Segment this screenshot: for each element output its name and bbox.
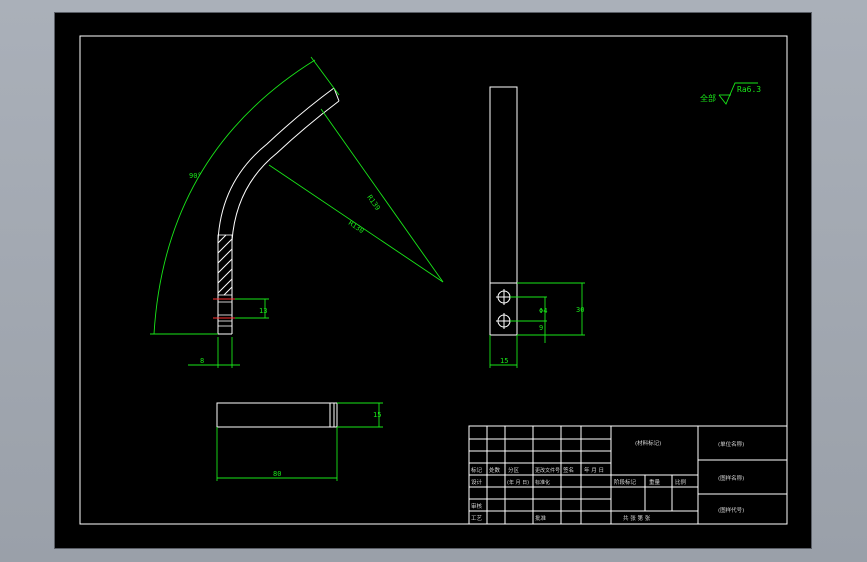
bottom-view-body (216, 402, 338, 428)
hole-pitch-label: 9 (539, 324, 543, 332)
drawing-code: (图样代号) (718, 506, 744, 514)
angle-dimension-arc (153, 59, 316, 335)
mark-standardization: 标准化 (535, 479, 550, 486)
bottom-length-label: 80 (273, 470, 281, 478)
bottom-height-label: 15 (373, 411, 381, 419)
stage-mark: 阶段标记 (614, 478, 637, 486)
hole-dia-label: Φ4 (539, 307, 547, 315)
sheets-label: 共 张 第 张 (623, 514, 651, 522)
radius-inner-label: R130 (347, 219, 365, 235)
side-width-label: 15 (500, 357, 508, 365)
surface-roughness: 全部 Ra6.3 (700, 82, 761, 105)
drawing-canvas: 90° R139 R130 13 8 30 Φ4 9 15 15 80 全部 R… (79, 35, 788, 525)
mark-change-doc: 更改文件号 (535, 467, 560, 474)
row-label-mark: 标记 (471, 466, 483, 474)
arc-part-view (213, 87, 340, 335)
side-view (489, 86, 518, 336)
company-name: (单位名称) (718, 440, 744, 448)
roughness-value: Ra6.3 (737, 85, 761, 94)
roughness-prefix: 全部 (700, 93, 716, 103)
mark-date: 年 月 日 (584, 466, 604, 474)
row-label-review: 审核 (471, 502, 483, 510)
radius-outer-label: R139 (365, 194, 381, 212)
weight-label: 重量 (649, 478, 661, 486)
material-mark: (材料标记) (635, 439, 661, 447)
radius-outer-leader (320, 108, 444, 283)
row-label-process: 工艺 (471, 515, 483, 522)
drawing-name: (图样名称) (718, 474, 744, 482)
section-hatch (217, 234, 233, 296)
drawing-frame (79, 35, 788, 525)
side-view-body (489, 86, 518, 284)
gap-label: 13 (259, 307, 267, 315)
bottom-dimensions: 15 80 (216, 402, 383, 481)
arc-dimensions: 90° R139 R130 13 8 (150, 56, 444, 368)
mark-count: 处数 (489, 466, 501, 474)
arc-inner-edge (231, 100, 340, 326)
side-height-label: 30 (576, 306, 584, 314)
row-label-design: 设计 (471, 478, 483, 486)
width-label: 8 (200, 357, 204, 365)
cad-viewport: 90° R139 R130 13 8 30 Φ4 9 15 15 80 全部 R… (0, 0, 867, 562)
mark-zone: 分区 (508, 466, 520, 474)
mark-approve: 批准 (535, 514, 547, 522)
angle-label: 90° (189, 172, 202, 180)
arc-outer-edge (217, 87, 335, 326)
title-block: 标记 设计 审核 工艺 处数 分区 更改文件号 签名 年 月 日 标准化 批准 … (468, 425, 788, 525)
bottom-view (216, 402, 338, 428)
scale-label: 比例 (675, 478, 687, 486)
mark-date2: (年 月 日) (507, 479, 529, 486)
mark-signature: 签名 (563, 466, 574, 474)
drawing-sheet: 90° R139 R130 13 8 30 Φ4 9 15 15 80 全部 R… (55, 13, 811, 548)
